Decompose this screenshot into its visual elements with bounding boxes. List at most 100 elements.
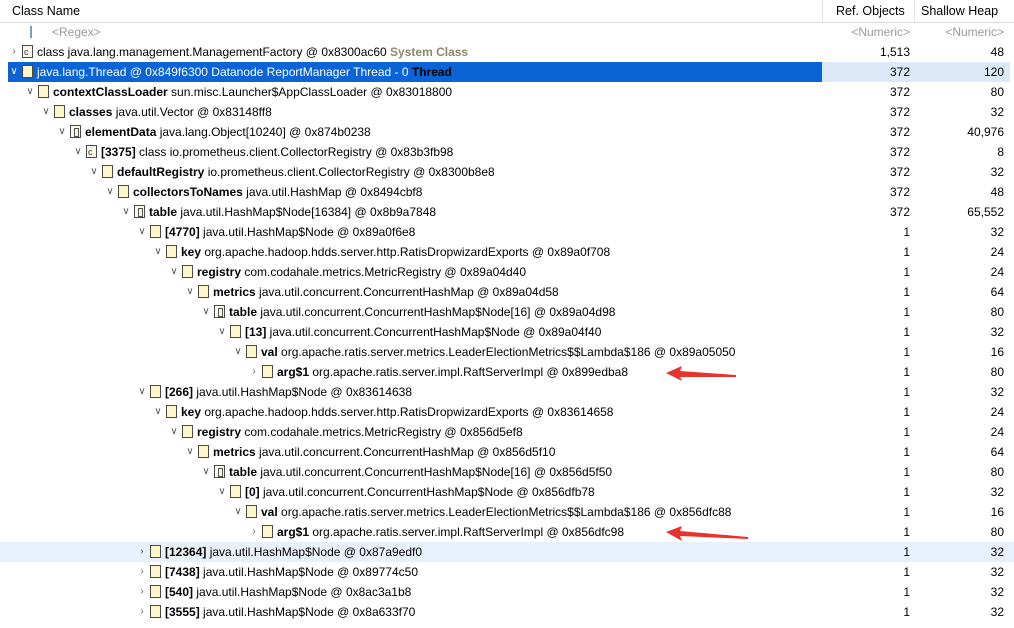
field-name: elementData	[85, 125, 157, 139]
column-header-shallow-heap[interactable]: Shallow Heap	[921, 0, 998, 22]
tree-row[interactable]: ∨ [3375] class io.prometheus.client.Colle…	[0, 142, 1014, 162]
object-icon	[150, 605, 161, 618]
object-label: org.apache.ratis.server.impl.RaftServerI…	[309, 525, 625, 539]
object-icon	[230, 325, 241, 338]
tree-row[interactable]: ∨ key org.apache.hadoop.hdds.server.http.…	[0, 242, 1014, 262]
column-header-ref-objects[interactable]: Ref. Objects	[836, 0, 905, 22]
collapse-chevron-icon[interactable]: ∨	[72, 142, 84, 162]
tree-row[interactable]: ∨ registry com.codahale.metrics.MetricReg…	[0, 422, 1014, 442]
collapse-chevron-icon[interactable]: ∨	[200, 302, 212, 322]
field-name: [13]	[245, 325, 267, 339]
tree-row[interactable]: ∨ table java.util.HashMap$Node[16384] @ 0…	[0, 202, 1014, 222]
tree-row[interactable]: › arg$1 org.apache.ratis.server.impl.Raft…	[0, 362, 1014, 382]
object-label: org.apache.ratis.server.metrics.LeaderEl…	[277, 505, 732, 519]
shallow-heap-value: 24	[990, 425, 1004, 439]
shallow-heap-value: 80	[990, 525, 1004, 539]
object-label: java.util.HashMap$Node @ 0x83614638	[193, 385, 413, 399]
tree-row[interactable]: ∨ key org.apache.hadoop.hdds.server.http.…	[0, 402, 1014, 422]
collapse-chevron-icon[interactable]: ∨	[168, 262, 180, 282]
collapse-chevron-icon[interactable]: ∨	[184, 282, 196, 302]
collapse-chevron-icon[interactable]: ∨	[24, 82, 36, 102]
collapse-chevron-icon[interactable]: ∨	[168, 422, 180, 442]
shallow-heap-value: 64	[990, 285, 1004, 299]
tree-row[interactable]: ∨ elementData java.lang.Object[10240] @ 0…	[0, 122, 1014, 142]
collapse-chevron-icon[interactable]: ∨	[232, 502, 244, 522]
expand-chevron-icon[interactable]: ›	[136, 542, 148, 562]
column-divider[interactable]	[914, 0, 915, 22]
collapse-chevron-icon[interactable]: ∨	[56, 122, 68, 142]
tree-row[interactable]: › [540] java.util.HashMap$Node @ 0x8ac3a1…	[0, 582, 1014, 602]
field-name: [3375]	[101, 145, 136, 159]
ref-objects-value: 372	[889, 205, 910, 219]
collapse-chevron-icon[interactable]: ∨	[136, 222, 148, 242]
object-label: java.util.concurrent.ConcurrentHashMap @…	[255, 285, 559, 299]
object-label: java.util.HashMap$Node @ 0x8ac3a1b8	[193, 585, 412, 599]
tree-row[interactable]: ∨ [13] java.util.concurrent.ConcurrentHas…	[0, 322, 1014, 342]
collapse-chevron-icon[interactable]: ∨	[216, 322, 228, 342]
collapse-chevron-icon[interactable]: ∨	[200, 462, 212, 482]
tree-row[interactable]: › [12364] java.util.HashMap$Node @ 0x87a9…	[0, 542, 1014, 562]
tree-row[interactable]: ∨ metrics java.util.concurrent.Concurrent…	[0, 442, 1014, 462]
object-icon	[166, 405, 177, 418]
field-name: defaultRegistry	[117, 165, 205, 179]
tree-row[interactable]: ∨ classes java.util.Vector @ 0x83148ff8 37…	[0, 102, 1014, 122]
collapse-chevron-icon[interactable]: ∨	[216, 482, 228, 502]
tree-row[interactable]: ∨ [266] java.util.HashMap$Node @ 0x836146…	[0, 382, 1014, 402]
ref-numeric-filter[interactable]: <Numeric>	[822, 22, 914, 42]
collapse-chevron-icon[interactable]: ∨	[104, 182, 116, 202]
collapse-chevron-icon[interactable]: ∨	[136, 382, 148, 402]
object-label: io.prometheus.client.CollectorRegistry @…	[204, 165, 495, 179]
tree-row[interactable]: ∨ [4770] java.util.HashMap$Node @ 0x89a0f…	[0, 222, 1014, 242]
tree-row[interactable]: ∨ val org.apache.ratis.server.metrics.Lea…	[0, 342, 1014, 362]
shallow-numeric-filter[interactable]: <Numeric>	[914, 22, 1010, 42]
collapse-chevron-icon[interactable]: ∨	[184, 442, 196, 462]
collapse-chevron-icon[interactable]: ∨	[152, 402, 164, 422]
object-tag: System Class	[390, 45, 469, 59]
column-divider[interactable]	[822, 0, 823, 22]
ref-objects-value: 1	[903, 445, 910, 459]
shallow-heap-value: 32	[990, 485, 1004, 499]
shallow-heap-value: 120	[914, 62, 1010, 82]
regex-filter-input[interactable]: <Regex>	[52, 25, 101, 39]
expand-chevron-icon[interactable]: ›	[136, 562, 148, 582]
ref-objects-value: 1	[903, 385, 910, 399]
tree-row[interactable]: ∨ registry com.codahale.metrics.MetricReg…	[0, 262, 1014, 282]
tree-row[interactable]: ∨ contextClassLoader sun.misc.Launcher$Ap…	[0, 82, 1014, 102]
tree-row[interactable]: ∨ collectorsToNames java.util.HashMap @ 0…	[0, 182, 1014, 202]
tree-row[interactable]: ∨ table java.util.concurrent.ConcurrentHa…	[0, 462, 1014, 482]
tree-row[interactable]: ∨ metrics java.util.concurrent.Concurrent…	[0, 282, 1014, 302]
shallow-heap-value: 80	[990, 85, 1004, 99]
ref-objects-value: 1	[903, 405, 910, 419]
field-name: registry	[197, 425, 242, 439]
object-icon	[246, 505, 257, 518]
tree-row[interactable]: ∨ table java.util.concurrent.ConcurrentHa…	[0, 302, 1014, 322]
tree-row[interactable]: ∨ [0] java.util.concurrent.ConcurrentHash…	[0, 482, 1014, 502]
ref-objects-value: 1	[903, 285, 910, 299]
collapse-chevron-icon[interactable]: ∨	[40, 102, 52, 122]
collapse-chevron-icon[interactable]: ∨	[152, 242, 164, 262]
collapse-chevron-icon[interactable]: ∨	[88, 162, 100, 182]
expand-chevron-icon[interactable]: ›	[136, 602, 148, 622]
tree-row[interactable]: ∨ java.lang.Thread @ 0x849f6300 Datanode …	[0, 62, 1014, 82]
object-label: java.lang.Object[10240] @ 0x874b0238	[156, 125, 371, 139]
ref-objects-value: 1	[903, 465, 910, 479]
tree-row[interactable]: ∨ val org.apache.ratis.server.metrics.Lea…	[0, 502, 1014, 522]
shallow-heap-value: 16	[990, 345, 1004, 359]
expand-chevron-icon[interactable]: ›	[248, 362, 260, 382]
ref-objects-value: 372	[889, 185, 910, 199]
collapse-chevron-icon[interactable]: ∨	[8, 62, 20, 82]
tree-row[interactable]: › class java.lang.management.ManagementFa…	[0, 42, 1014, 62]
expand-chevron-icon[interactable]: ›	[136, 582, 148, 602]
field-name: metrics	[213, 445, 256, 459]
tree-row[interactable]: › arg$1 org.apache.ratis.server.impl.Raft…	[0, 522, 1014, 542]
tree-row[interactable]: › [7438] java.util.HashMap$Node @ 0x89774…	[0, 562, 1014, 582]
tree-row[interactable]: › [3555] java.util.HashMap$Node @ 0x8a633…	[0, 602, 1014, 622]
collapse-chevron-icon[interactable]: ∨	[120, 202, 132, 222]
expand-chevron-icon[interactable]: ›	[8, 42, 20, 62]
field-name: key	[181, 405, 202, 419]
expand-chevron-icon[interactable]: ›	[248, 522, 260, 542]
collapse-chevron-icon[interactable]: ∨	[232, 342, 244, 362]
column-header-class-name[interactable]: Class Name	[12, 0, 80, 22]
shallow-heap-value: 64	[990, 445, 1004, 459]
tree-row[interactable]: ∨ defaultRegistry io.prometheus.client.Co…	[0, 162, 1014, 182]
